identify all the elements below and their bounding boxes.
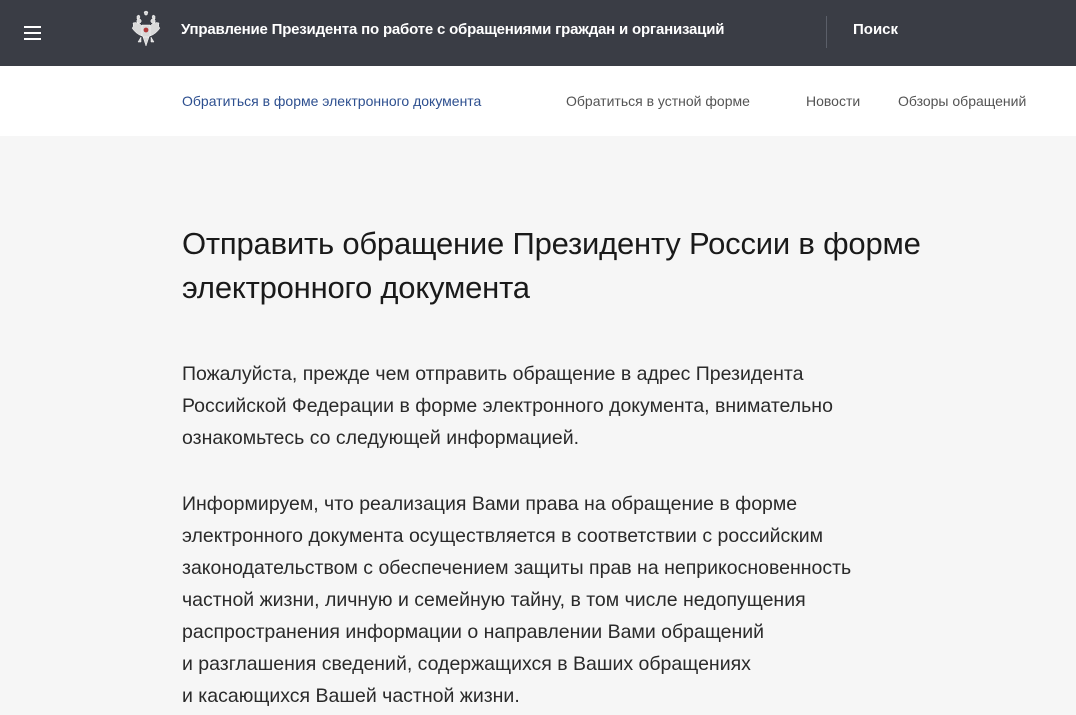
intro-line: Пожалуйста, прежде чем отправить обращен… [182, 363, 804, 385]
page-title-line-1: Отправить обращение Президенту России в … [182, 226, 921, 261]
nav-item-electronic-document[interactable]: Обратиться в форме электронного документ… [182, 93, 481, 109]
intro-paragraph: Пожалуйста, прежде чем отправить обращен… [182, 358, 1012, 454]
section-navigation: Обратиться в форме электронного документ… [0, 66, 1076, 136]
privacy-line: законодательством с обеспечением защиты … [182, 557, 852, 579]
privacy-line: электронного документа осуществляется в … [182, 525, 824, 547]
privacy-line: частной жизни, личную и семейную тайну, … [182, 589, 806, 611]
intro-line: ознакомьтесь со следующей информацией. [182, 427, 580, 449]
page-title-line-2: электронного документа [182, 270, 530, 305]
menu-icon[interactable] [18, 18, 48, 48]
nav-item-oral-form[interactable]: Обратиться в устной форме [566, 93, 750, 109]
site-title[interactable]: Управление Президента по работе с обраще… [181, 21, 724, 38]
intro-line: Российской Федерации в форме электронног… [182, 395, 833, 417]
main-content: Отправить обращение Президенту России в … [0, 136, 1076, 715]
privacy-line: распространения информации о направлении… [182, 621, 765, 643]
header-divider [826, 16, 827, 48]
privacy-line: Информируем, что реализация Вами права н… [182, 493, 798, 515]
privacy-paragraph: Информируем, что реализация Вами права н… [182, 488, 1012, 712]
top-header: Управление Президента по работе с обраще… [0, 0, 1076, 66]
search-link[interactable]: Поиск [853, 21, 898, 38]
nav-item-reviews[interactable]: Обзоры обращений [898, 93, 1026, 109]
page-title: Отправить обращение Президенту России в … [182, 222, 1002, 310]
privacy-line: и разглашения сведений, содержащихся в В… [182, 653, 751, 675]
emblem-icon[interactable] [130, 10, 162, 50]
nav-item-news[interactable]: Новости [806, 93, 860, 109]
privacy-line: и касающихся Вашей частной жизни. [182, 685, 520, 707]
